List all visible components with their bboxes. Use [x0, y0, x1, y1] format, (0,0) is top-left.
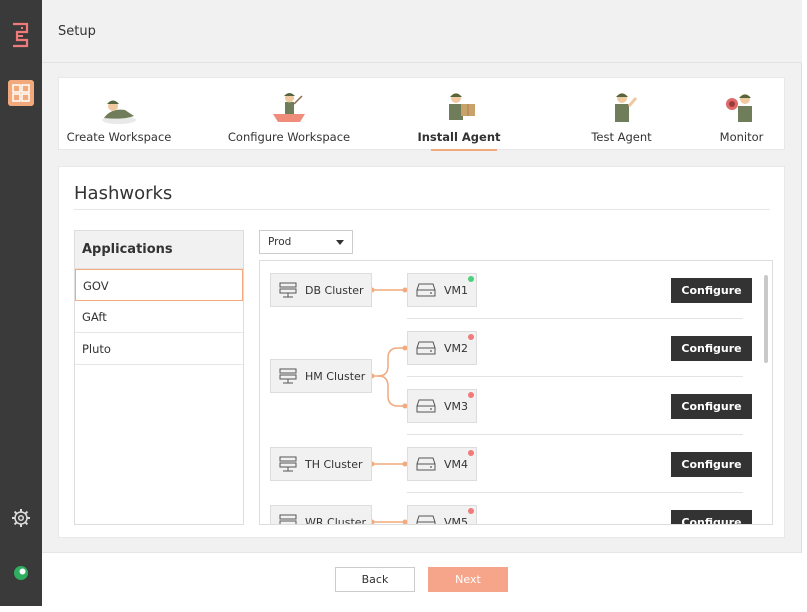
user-status-icon[interactable] [13, 565, 29, 581]
step-label: Test Agent [591, 130, 652, 144]
gear-icon[interactable] [11, 508, 31, 528]
cluster-label: DB Cluster [305, 283, 364, 297]
hard-drive-icon [416, 341, 436, 355]
application-item-pluto[interactable]: Pluto [75, 333, 243, 365]
vm-node-vm5[interactable]: VM5 [407, 505, 477, 525]
configure-button-vm3[interactable]: Configure [671, 394, 752, 419]
applications-panel: Applications GOV GAft Pluto [74, 230, 244, 525]
hard-drive-icon [416, 457, 436, 471]
page-title: Setup [58, 24, 96, 39]
vm-label: VM5 [444, 515, 469, 525]
soldier-binoculars-icon [725, 94, 752, 122]
divider [74, 209, 770, 210]
configure-button-vm4[interactable]: Configure [671, 452, 752, 477]
server-rack-icon [279, 282, 297, 298]
application-item-gov[interactable]: GOV [75, 269, 243, 301]
status-offline-icon [468, 392, 474, 398]
cluster-label: TH Cluster [305, 457, 363, 471]
environment-value: Prod [268, 236, 292, 248]
status-offline-icon [468, 450, 474, 456]
server-rack-icon [279, 368, 297, 384]
configure-button-vm2[interactable]: Configure [671, 336, 752, 361]
back-button[interactable]: Back [335, 567, 415, 592]
environment-select[interactable]: Prod [259, 230, 353, 254]
app-frame: Setup Create Workspace Configure Workspa… [0, 0, 807, 612]
step-monitor[interactable]: Monitor [709, 78, 774, 151]
wizard-footer: Back Next [42, 552, 802, 606]
cluster-wr[interactable]: WR Cluster [270, 505, 372, 525]
server-rack-icon [279, 456, 297, 472]
vm-label: VM3 [444, 399, 469, 413]
application-item-gaft[interactable]: GAft [75, 301, 243, 333]
soldier-saluting-icon [614, 93, 637, 122]
cluster-label: WR Cluster [305, 515, 367, 525]
cluster-th[interactable]: TH Cluster [270, 447, 372, 481]
cluster-db[interactable]: DB Cluster [270, 273, 372, 307]
row-divider [407, 318, 743, 319]
server-rack-icon [279, 514, 297, 524]
setup-stepper: Create Workspace Configure Workspace Ins… [58, 77, 785, 151]
step-label: Install Agent [417, 130, 501, 144]
workspace-title: Hashworks [74, 183, 173, 204]
configure-button-vm1[interactable]: Configure [671, 278, 752, 303]
soldier-lying-icon [102, 100, 136, 124]
row-divider [407, 492, 743, 493]
status-offline-icon [468, 508, 474, 514]
step-configure-workspace[interactable]: Configure Workspace [224, 78, 354, 151]
active-step-indicator [431, 149, 497, 151]
topbar: Setup [42, 0, 802, 63]
vm-node-vm4[interactable]: VM4 [407, 447, 477, 481]
topology-panel: DB Cluster VM1 Configure HM Cluster VM2 … [259, 260, 773, 525]
soldier-box-icon [449, 93, 475, 120]
vm-label: VM4 [444, 457, 469, 471]
status-offline-icon [468, 334, 474, 340]
step-test-agent[interactable]: Test Agent [579, 78, 664, 151]
hard-drive-icon [416, 283, 436, 297]
vm-label: VM1 [444, 283, 469, 297]
cluster-hm[interactable]: HM Cluster [270, 359, 372, 393]
step-label: Create Workspace [66, 130, 172, 144]
workspace-card: Hashworks Applications GOV GAft Pluto Pr… [58, 166, 785, 538]
topology-scrollbar[interactable] [764, 275, 768, 363]
hard-drive-icon [416, 515, 436, 524]
step-label: Configure Workspace [227, 130, 351, 144]
vm-node-vm3[interactable]: VM3 [407, 389, 477, 423]
soldier-boat-icon [273, 93, 305, 122]
main-area: Setup Create Workspace Configure Workspa… [42, 0, 802, 606]
configure-button-vm5[interactable]: Configure [671, 510, 752, 524]
row-divider [407, 434, 743, 435]
status-online-icon [468, 276, 474, 282]
step-install-agent[interactable]: Install Agent [414, 78, 504, 151]
row-divider [407, 376, 743, 377]
dashboard-grid-icon[interactable] [8, 80, 34, 106]
applications-header: Applications [75, 231, 243, 269]
vm-label: VM2 [444, 341, 469, 355]
chevron-down-icon [336, 240, 344, 245]
vm-node-vm1[interactable]: VM1 [407, 273, 477, 307]
hard-drive-icon [416, 399, 436, 413]
logo-icon[interactable] [9, 20, 33, 50]
left-rail [0, 0, 42, 606]
next-button[interactable]: Next [428, 567, 508, 592]
vm-node-vm2[interactable]: VM2 [407, 331, 477, 365]
step-create-workspace[interactable]: Create Workspace [59, 78, 179, 151]
cluster-label: HM Cluster [305, 369, 366, 383]
step-label: Monitor [719, 130, 764, 144]
